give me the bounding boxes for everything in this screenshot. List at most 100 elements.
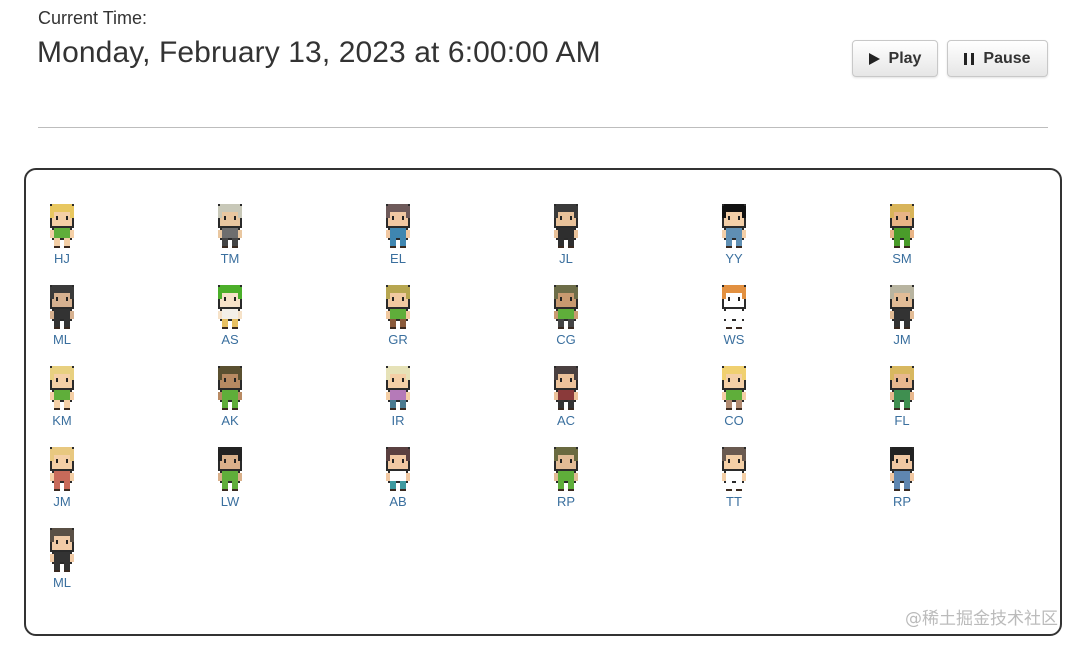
agent-hair bbox=[892, 366, 912, 374]
agent-item[interactable]: YY bbox=[704, 202, 764, 283]
agent-initials: JM bbox=[893, 332, 911, 347]
playback-controls: Play Pause bbox=[852, 40, 1048, 77]
agent-item[interactable]: WS bbox=[704, 283, 764, 364]
agent-item[interactable]: AB bbox=[368, 445, 428, 526]
agent-avatar-icon bbox=[386, 366, 410, 410]
agent-hair bbox=[724, 447, 744, 455]
agent-item[interactable]: SM bbox=[872, 202, 932, 283]
agent-item[interactable]: AK bbox=[200, 364, 260, 445]
agent-item[interactable]: RP bbox=[872, 445, 932, 526]
agent-item[interactable]: TT bbox=[704, 445, 764, 526]
agent-shirt bbox=[222, 471, 238, 481]
agent-hair bbox=[892, 447, 912, 455]
agent-avatar-icon bbox=[722, 447, 746, 491]
agent-initials: CG bbox=[556, 332, 576, 347]
agent-hair bbox=[388, 366, 408, 374]
current-time-label: Current Time: bbox=[38, 8, 148, 28]
agent-hair bbox=[556, 447, 576, 455]
agent-item[interactable]: AC bbox=[536, 364, 596, 445]
agent-initials: HJ bbox=[54, 251, 70, 266]
agent-item[interactable]: JM bbox=[32, 445, 92, 526]
agent-initials: TT bbox=[726, 494, 742, 509]
pause-icon bbox=[964, 52, 975, 65]
agent-pants bbox=[558, 400, 564, 408]
agent-avatar-icon bbox=[554, 366, 578, 410]
agent-hair bbox=[388, 447, 408, 455]
agent-shirt bbox=[390, 471, 406, 481]
agent-hair bbox=[52, 204, 72, 212]
agent-item[interactable]: IR bbox=[368, 364, 428, 445]
agent-hair bbox=[220, 204, 240, 212]
header-divider bbox=[38, 127, 1048, 128]
agent-hair bbox=[556, 366, 576, 374]
agent-shirt bbox=[726, 228, 742, 238]
agent-initials: AB bbox=[389, 494, 407, 509]
agent-initials: KM bbox=[52, 413, 72, 428]
agent-initials: SM bbox=[892, 251, 912, 266]
agent-item[interactable]: GR bbox=[368, 283, 428, 364]
agent-avatar-icon bbox=[386, 204, 410, 248]
agent-initials: AS bbox=[221, 332, 239, 347]
pause-button[interactable]: Pause bbox=[947, 40, 1048, 77]
agent-item[interactable]: ML bbox=[32, 526, 92, 607]
agent-pants bbox=[894, 319, 900, 327]
agent-shirt bbox=[54, 552, 70, 562]
agent-item[interactable]: ML bbox=[32, 283, 92, 364]
agent-pants bbox=[726, 319, 732, 327]
agent-initials: AK bbox=[221, 413, 239, 428]
agent-hair bbox=[556, 204, 576, 212]
agent-hair bbox=[724, 204, 744, 212]
agent-item[interactable]: LW bbox=[200, 445, 260, 526]
agent-item[interactable]: EL bbox=[368, 202, 428, 283]
agent-pants bbox=[558, 319, 564, 327]
agent-avatar-icon bbox=[50, 447, 74, 491]
agent-item[interactable]: FL bbox=[872, 364, 932, 445]
agent-shirt bbox=[222, 390, 238, 400]
agent-pants bbox=[390, 481, 396, 489]
agent-hair bbox=[388, 285, 408, 293]
agent-item[interactable]: AS bbox=[200, 283, 260, 364]
agent-initials: FL bbox=[894, 413, 910, 428]
agent-shirt bbox=[390, 390, 406, 400]
agent-pants bbox=[54, 481, 60, 489]
pause-button-label: Pause bbox=[983, 49, 1031, 67]
agent-pants bbox=[54, 562, 60, 570]
play-button[interactable]: Play bbox=[852, 40, 938, 77]
agent-item[interactable]: TM bbox=[200, 202, 260, 283]
agent-initials: EL bbox=[390, 251, 406, 266]
agent-initials: ML bbox=[52, 575, 72, 590]
agent-shirt bbox=[390, 309, 406, 319]
agent-pants bbox=[894, 481, 900, 489]
agent-initials: IR bbox=[391, 413, 405, 428]
agent-hair bbox=[220, 366, 240, 374]
play-button-label: Play bbox=[888, 49, 922, 67]
agent-hair bbox=[388, 204, 408, 212]
agent-item[interactable]: CO bbox=[704, 364, 764, 445]
agent-item[interactable]: RP bbox=[536, 445, 596, 526]
agent-avatar-icon bbox=[722, 285, 746, 329]
agent-item[interactable]: JM bbox=[872, 283, 932, 364]
agent-hair bbox=[892, 204, 912, 212]
agent-item[interactable]: HJ bbox=[32, 202, 92, 283]
agent-avatar-icon bbox=[218, 366, 242, 410]
agent-avatar-icon bbox=[218, 447, 242, 491]
agent-item[interactable]: KM bbox=[32, 364, 92, 445]
agent-pants bbox=[54, 400, 60, 408]
agent-item[interactable]: JL bbox=[536, 202, 596, 283]
agent-initials: RP bbox=[892, 494, 912, 509]
agent-hair bbox=[724, 285, 744, 293]
agent-initials: AC bbox=[556, 413, 576, 428]
agent-avatar-icon bbox=[218, 285, 242, 329]
agent-shirt bbox=[222, 228, 238, 238]
agent-avatar-icon bbox=[554, 204, 578, 248]
agent-pants bbox=[558, 238, 564, 246]
agent-hair bbox=[220, 285, 240, 293]
agent-pants bbox=[54, 238, 60, 246]
agent-shirt bbox=[894, 228, 910, 238]
agent-pants bbox=[390, 238, 396, 246]
agent-pants bbox=[894, 400, 900, 408]
agent-avatar-icon bbox=[890, 366, 914, 410]
agent-item[interactable]: CG bbox=[536, 283, 596, 364]
agent-initials: ML bbox=[52, 332, 72, 347]
agent-hair bbox=[724, 366, 744, 374]
